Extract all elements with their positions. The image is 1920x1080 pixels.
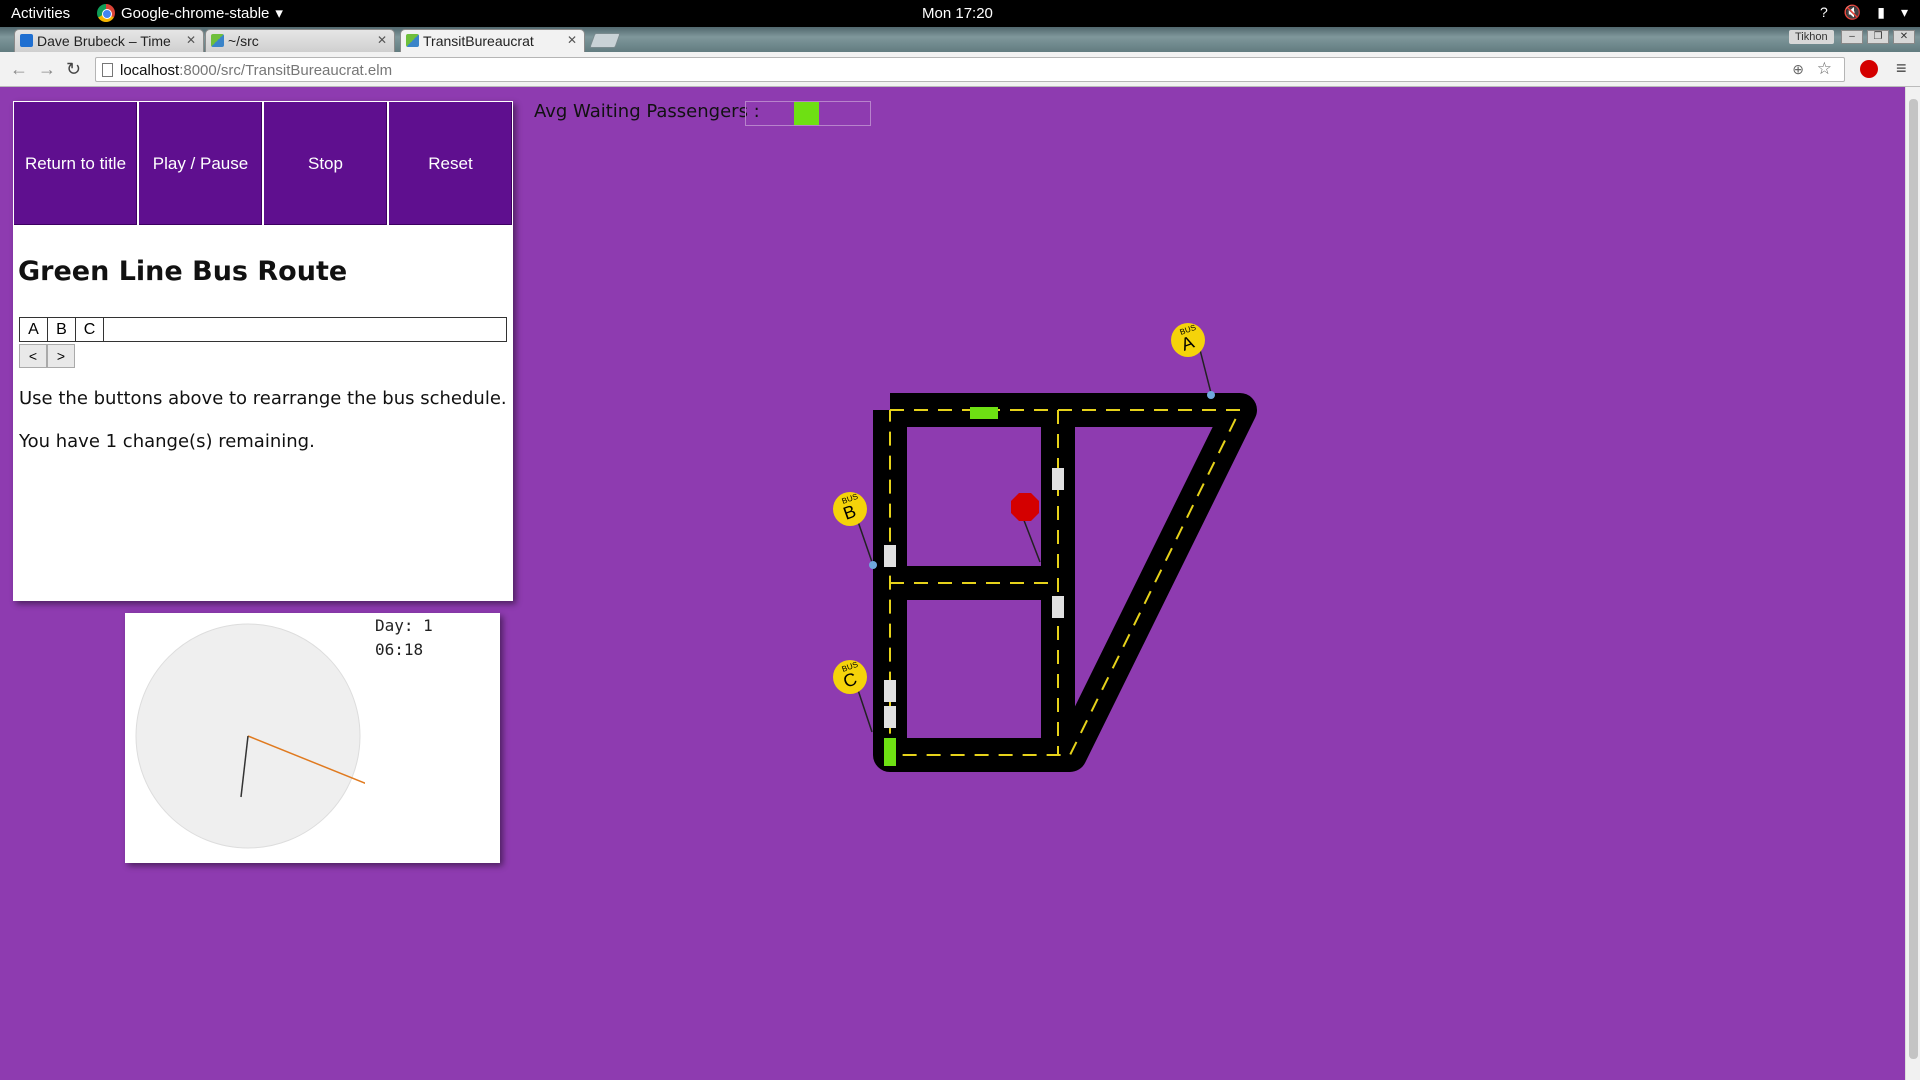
car (884, 545, 896, 567)
play-pause-button[interactable]: Play / Pause (138, 101, 263, 226)
stop-sign-icon (1011, 493, 1039, 521)
tab-label: TransitBureaucrat (423, 33, 534, 49)
close-icon[interactable]: ✕ (377, 33, 387, 47)
move-left-button[interactable]: < (19, 344, 47, 368)
chevron-down-icon: ▾ (275, 5, 283, 22)
power-icon[interactable]: ▾ (1901, 4, 1908, 21)
elm-icon (406, 34, 419, 47)
schedule-slot[interactable]: C (76, 318, 104, 341)
url-text[interactable]: localhost:8000/src/TransitBureaucrat.elm (120, 62, 392, 79)
car (884, 706, 896, 728)
volume-icon[interactable]: 🔇 (1844, 4, 1861, 21)
clock-panel: Day: 1 06:18 (125, 613, 500, 863)
music-site-icon (20, 34, 33, 47)
day-counter: Day: 1 (375, 616, 433, 635)
bus-stop-a[interactable]: BUS A (1171, 323, 1215, 399)
chrome-icon (97, 4, 115, 22)
schedule-slot[interactable]: A (20, 318, 48, 341)
stop-button[interactable]: Stop (263, 101, 388, 226)
move-right-button[interactable]: > (47, 344, 75, 368)
schedule-slot[interactable]: B (48, 318, 76, 341)
tab-label: Dave Brubeck – Time (37, 33, 171, 49)
app-menu[interactable]: Google-chrome-stable ▾ (97, 4, 283, 22)
back-icon[interactable]: ← (10, 59, 28, 80)
road-network (873, 393, 1257, 772)
bus-stop-marker (869, 561, 877, 569)
route-title: Green Line Bus Route (18, 256, 348, 287)
car (1052, 596, 1064, 618)
extension-icon[interactable] (1860, 60, 1878, 78)
waiting-label: Avg Waiting Passengers : (534, 101, 760, 122)
elm-icon (211, 34, 224, 47)
browser-toolbar: ← → ↻ localhost:8000/src/TransitBureaucr… (0, 52, 1920, 87)
system-top-bar: Activities Google-chrome-stable ▾ Mon 17… (0, 0, 1920, 27)
battery-icon[interactable]: ▮ (1877, 4, 1885, 21)
forward-icon[interactable]: → (38, 59, 56, 80)
green-bus (884, 738, 896, 766)
page-scrollbar[interactable] (1905, 87, 1920, 1080)
minimize-icon[interactable]: – (1841, 30, 1863, 44)
scrollbar-thumb[interactable] (1909, 99, 1918, 1059)
zoom-icon[interactable]: ⊕ (1792, 61, 1804, 78)
close-icon[interactable]: ✕ (186, 33, 196, 47)
route-panel: Return to title Play / Pause Stop Reset … (13, 101, 513, 601)
time-readout: 06:18 (375, 640, 424, 659)
new-tab-button[interactable] (589, 33, 621, 48)
reload-icon[interactable]: ↻ (66, 59, 81, 80)
page-icon (102, 63, 113, 77)
instructions-text: Use the buttons above to rearrange the b… (19, 388, 507, 409)
tab-src[interactable]: ~/src ✕ (205, 29, 395, 52)
car (1052, 468, 1064, 490)
help-icon[interactable]: ? (1820, 4, 1828, 21)
address-bar[interactable]: localhost:8000/src/TransitBureaucrat.elm… (95, 57, 1845, 82)
close-window-icon[interactable]: ✕ (1893, 30, 1915, 44)
reset-button[interactable]: Reset (388, 101, 513, 226)
tab-dave-brubeck[interactable]: Dave Brubeck – Time ✕ (14, 29, 204, 52)
bus-stop-marker (1207, 391, 1215, 399)
system-tray[interactable]: ? 🔇 ▮ ▾ (1820, 4, 1908, 21)
changes-remaining-text: You have 1 change(s) remaining. (19, 431, 315, 452)
activities-button[interactable]: Activities (11, 5, 70, 22)
chrome-menu-icon[interactable]: ≡ (1896, 58, 1907, 79)
control-bar: Return to title Play / Pause Stop Reset (13, 101, 513, 226)
transit-map: BUS A BUS B BUS C (833, 323, 1257, 772)
analog-clock (135, 623, 365, 849)
green-bus (970, 407, 998, 419)
close-icon[interactable]: ✕ (567, 33, 577, 47)
waiting-meter (745, 101, 871, 126)
browser-tab-strip: Dave Brubeck – Time ✕ ~/src ✕ TransitBur… (0, 27, 1920, 52)
schedule-arrows: < > (19, 344, 513, 368)
tab-label: ~/src (228, 33, 259, 49)
tab-transitbureaucrat[interactable]: TransitBureaucrat ✕ (400, 29, 585, 52)
bus-schedule[interactable]: A B C (19, 317, 507, 342)
system-clock[interactable]: Mon 17:20 (922, 5, 993, 22)
waiting-meter-fill (794, 102, 819, 125)
bus-stop-b[interactable]: BUS B (833, 492, 877, 569)
restore-icon[interactable]: ❐ (1867, 30, 1889, 44)
bookmark-star-icon[interactable]: ☆ (1817, 59, 1832, 79)
return-to-title-button[interactable]: Return to title (13, 101, 138, 226)
profile-badge[interactable]: Tikhon (1789, 30, 1834, 44)
app-menu-label: Google-chrome-stable (121, 4, 270, 22)
car (884, 680, 896, 702)
bus-stop-c[interactable]: BUS C (833, 660, 873, 733)
